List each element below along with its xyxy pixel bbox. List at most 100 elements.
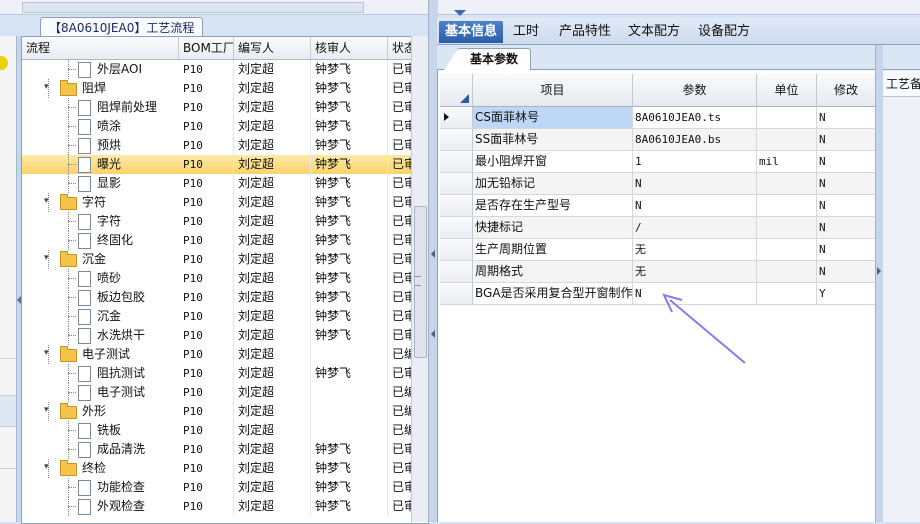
- tree-vertical-scrollbar[interactable]: [411, 36, 428, 522]
- tab-basic-info[interactable]: 基本信息: [439, 21, 504, 43]
- tree-row[interactable]: 板边包胶 P10 刘定超 钟梦飞 已审: [22, 288, 433, 307]
- tree-node-label[interactable]: 喷砂: [97, 269, 121, 288]
- tree-node-label[interactable]: 字符: [97, 212, 121, 231]
- cell-param[interactable]: 8A0610JEA0.bs: [633, 129, 757, 151]
- tree-node-label[interactable]: 外观检查: [97, 497, 145, 516]
- expand-right-arrow-icon[interactable]: [877, 267, 881, 275]
- left-panel-item[interactable]: [0, 428, 16, 469]
- tree-node-label[interactable]: 终固化: [97, 231, 133, 250]
- cell-item[interactable]: CS面菲林号: [473, 107, 633, 129]
- tree-row[interactable]: 阻焊前处理 P10 刘定超 钟梦飞 已审: [22, 98, 433, 117]
- tree-node-label[interactable]: 阻抗测试: [97, 364, 145, 383]
- tree-node-label[interactable]: 字符: [82, 193, 106, 212]
- col-header-unit[interactable]: 单位: [757, 74, 817, 107]
- cell-unit[interactable]: [757, 195, 817, 217]
- tab-text-recipe[interactable]: 文本配方: [622, 21, 686, 43]
- tree-node-label[interactable]: 阻焊前处理: [97, 98, 157, 117]
- tree-node-label[interactable]: 外层AOI: [97, 60, 142, 79]
- tab-work-hours[interactable]: 工时: [507, 21, 545, 43]
- cell-item[interactable]: 生产周期位置: [473, 239, 633, 261]
- cell-item[interactable]: 是否存在生产型号: [473, 195, 633, 217]
- expand-toggle-icon[interactable]: ▾: [44, 197, 51, 206]
- cell-item[interactable]: 加无铅标记: [473, 173, 633, 195]
- collapse-arrow-icon[interactable]: [431, 330, 435, 338]
- tree-row[interactable]: 显影 P10 刘定超 钟梦飞 已审: [22, 174, 433, 193]
- row-header[interactable]: [440, 107, 473, 129]
- tree-node-label[interactable]: 铣板: [97, 421, 121, 440]
- cell-unit[interactable]: mil: [757, 151, 817, 173]
- left-panel-item[interactable]: [0, 358, 16, 396]
- col-header-reviewer[interactable]: 核审人: [311, 37, 388, 59]
- row-header[interactable]: [440, 283, 473, 305]
- tree-node-label[interactable]: 电子测试: [97, 383, 145, 402]
- tree-node-label[interactable]: 成品清洗: [97, 440, 145, 459]
- col-header-item[interactable]: 项目: [473, 74, 633, 107]
- param-row[interactable]: CS面菲林号 8A0610JEA0.ts N: [440, 107, 876, 129]
- left-panel-item-highlighted[interactable]: [0, 396, 16, 427]
- cell-param[interactable]: /: [633, 217, 757, 239]
- param-row[interactable]: 快捷标记 / N: [440, 217, 876, 239]
- cell-unit[interactable]: [757, 217, 817, 239]
- tree-row[interactable]: 预烘 P10 刘定超 钟梦飞 已审: [22, 136, 433, 155]
- cell-modify[interactable]: N: [817, 195, 876, 217]
- cell-item[interactable]: BGA是否采用复合型开窗制作: [473, 283, 633, 305]
- tree-row[interactable]: 功能检查 P10 刘定超 钟梦飞 已审: [22, 478, 433, 497]
- cell-unit[interactable]: [757, 129, 817, 151]
- col-header-param[interactable]: 参数: [633, 74, 757, 107]
- row-header[interactable]: [440, 195, 473, 217]
- cell-unit[interactable]: [757, 107, 817, 129]
- tree-row[interactable]: ▾ 沉金 P10 刘定超 钟梦飞 已审: [22, 250, 433, 269]
- tab-product-features[interactable]: 产品特性: [553, 21, 617, 43]
- cell-param[interactable]: 无: [633, 239, 757, 261]
- tree-row[interactable]: 外层AOI P10 刘定超 钟梦飞 已审: [22, 60, 433, 79]
- tree-node-label[interactable]: 沉金: [97, 307, 121, 326]
- param-row[interactable]: 加无铅标记 N N: [440, 173, 876, 195]
- row-header[interactable]: [440, 151, 473, 173]
- tree-row-selected[interactable]: 曝光 P10 刘定超 钟梦飞 已审: [22, 155, 433, 174]
- tree-node-label[interactable]: 阻焊: [82, 79, 106, 98]
- expand-toggle-icon[interactable]: ▾: [44, 254, 51, 263]
- tree-node-label[interactable]: 喷涂: [97, 117, 121, 136]
- param-row[interactable]: SS面菲林号 8A0610JEA0.bs N: [440, 129, 876, 151]
- tab-equipment-recipe[interactable]: 设备配方: [692, 21, 756, 43]
- right-panel-label[interactable]: 工艺备: [886, 75, 920, 92]
- cell-modify[interactable]: Y: [817, 283, 876, 305]
- cell-unit[interactable]: [757, 239, 817, 261]
- grid-corner[interactable]: [440, 74, 473, 107]
- tree-row[interactable]: 喷砂 P10 刘定超 钟梦飞 已审: [22, 269, 433, 288]
- row-header[interactable]: [440, 217, 473, 239]
- cell-item[interactable]: 最小阻焊开窗: [473, 151, 633, 173]
- cell-item[interactable]: 周期格式: [473, 261, 633, 283]
- cell-item[interactable]: 快捷标记: [473, 217, 633, 239]
- tree-row[interactable]: 终固化 P10 刘定超 钟梦飞 已审: [22, 231, 433, 250]
- cell-param[interactable]: 1: [633, 151, 757, 173]
- tree-row[interactable]: 字符 P10 刘定超 钟梦飞 已审: [22, 212, 433, 231]
- expand-toggle-icon[interactable]: ▾: [44, 83, 51, 92]
- tree-node-label[interactable]: 终检: [82, 459, 106, 478]
- tree-node-label[interactable]: 功能检查: [97, 478, 145, 497]
- tree-row[interactable]: ▾ 阻焊 P10 刘定超 钟梦飞 已审: [22, 79, 433, 98]
- collapse-arrow-icon[interactable]: [431, 250, 435, 258]
- cell-param[interactable]: N: [633, 195, 757, 217]
- tree-row[interactable]: 阻抗测试 P10 刘定超 钟梦飞 已审: [22, 364, 433, 383]
- tree-row[interactable]: ▾ 终检 P10 刘定超 钟梦飞 已审: [22, 459, 433, 478]
- tree-node-label[interactable]: 水洗烘干: [97, 326, 145, 345]
- param-row[interactable]: 最小阻焊开窗 1 mil N: [440, 151, 876, 173]
- tree-node-label[interactable]: 外形: [82, 402, 106, 421]
- tree-row[interactable]: 水洗烘干 P10 刘定超 钟梦飞 已审: [22, 326, 433, 345]
- row-header[interactable]: [440, 129, 473, 151]
- tree-row[interactable]: ▾ 字符 P10 刘定超 钟梦飞 已审: [22, 193, 433, 212]
- tree-row[interactable]: ▾ 外形 P10 刘定超 已编: [22, 402, 433, 421]
- top-horizontal-scrollbar[interactable]: [22, 2, 364, 13]
- cell-modify[interactable]: N: [817, 261, 876, 283]
- expand-toggle-icon[interactable]: ▾: [44, 463, 51, 472]
- col-header-flow[interactable]: 流程: [22, 37, 179, 59]
- param-row[interactable]: 是否存在生产型号 N N: [440, 195, 876, 217]
- tree-row[interactable]: 喷涂 P10 刘定超 钟梦飞 已审: [22, 117, 433, 136]
- cell-modify[interactable]: N: [817, 173, 876, 195]
- col-header-modify[interactable]: 修改: [817, 74, 876, 107]
- cell-param[interactable]: N: [633, 173, 757, 195]
- tree-node-label[interactable]: 曝光: [97, 155, 121, 174]
- col-header-bom-factory[interactable]: BOM工厂: [179, 37, 234, 59]
- param-row[interactable]: 生产周期位置无 N: [440, 239, 876, 261]
